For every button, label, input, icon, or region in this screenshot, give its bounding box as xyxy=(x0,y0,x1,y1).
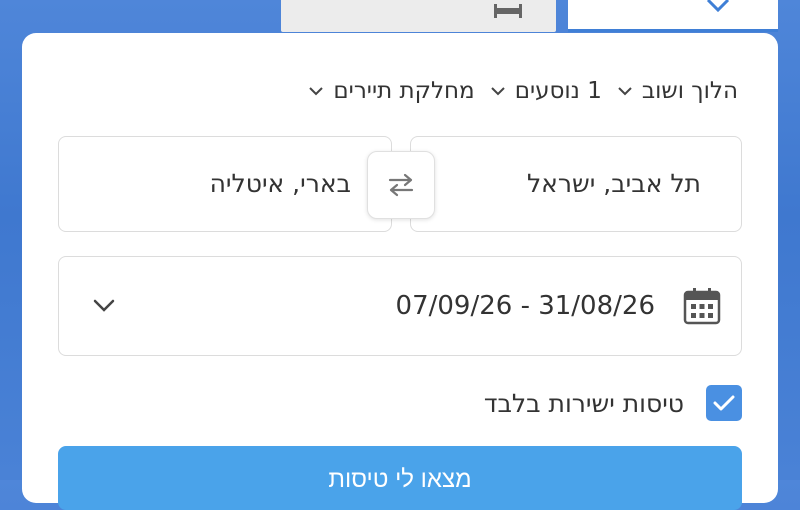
chevron-down-icon xyxy=(309,87,324,96)
checkmark-icon xyxy=(713,395,735,411)
search-flights-label: מצאו לי טיסות xyxy=(328,466,472,493)
swap-button[interactable] xyxy=(367,151,435,219)
chevron-down-icon xyxy=(490,87,505,96)
origin-value: תל אביב, ישראל xyxy=(526,169,701,198)
direct-flights-label: טיסות ישירות בלבד xyxy=(483,388,684,418)
plane-icon xyxy=(706,0,730,12)
calendar-icon xyxy=(683,288,721,325)
passengers-dropdown[interactable]: 1 נוסעים xyxy=(490,78,602,104)
destination-value: בארי, איטליה xyxy=(209,169,351,198)
tab-flights[interactable] xyxy=(568,0,778,32)
cabin-class-label: מחלקת תיירים xyxy=(333,78,475,104)
dates-value: 07/09/26 - 31/08/26 xyxy=(395,291,655,321)
passengers-label: 1 נוסעים xyxy=(514,78,602,104)
direct-flights-option[interactable]: טיסות ישירות בלבד xyxy=(484,385,742,421)
search-card: הלוך ושוב 1 נוסעים מחלקת תיירים תל אביב,… xyxy=(22,33,778,510)
destination-field[interactable]: בארי, איטליה xyxy=(58,136,392,232)
origin-field[interactable]: תל אביב, ישראל xyxy=(410,136,742,232)
trip-type-dropdown[interactable]: הלוך ושוב xyxy=(618,78,738,104)
chevron-down-icon xyxy=(618,87,632,96)
swap-icon xyxy=(388,173,414,197)
bed-icon xyxy=(494,4,522,18)
tab-hotels[interactable] xyxy=(281,0,556,32)
trip-options-row: הלוך ושוב 1 נוסעים מחלקת תיירים xyxy=(62,77,738,105)
chevron-down-icon xyxy=(93,299,115,312)
direct-flights-checkbox[interactable] xyxy=(706,385,742,421)
dates-field[interactable]: 07/09/26 - 31/08/26 xyxy=(58,256,742,356)
trip-type-label: הלוך ושוב xyxy=(641,78,738,104)
search-flights-button[interactable]: מצאו לי טיסות xyxy=(58,446,742,510)
cabin-class-dropdown[interactable]: מחלקת תיירים xyxy=(309,78,475,104)
